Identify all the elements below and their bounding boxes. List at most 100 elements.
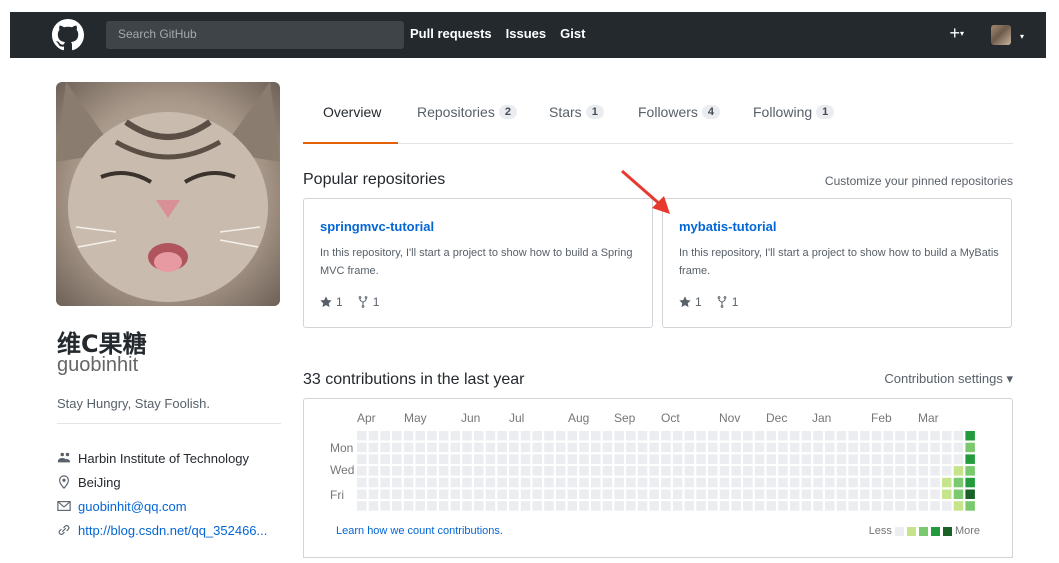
contribution-day-cell[interactable] [766,501,777,511]
contribution-day-cell[interactable] [719,454,730,464]
contribution-day-cell[interactable] [368,501,379,511]
contribution-day-cell[interactable] [672,454,683,464]
contribution-day-cell[interactable] [357,489,367,500]
contribution-day-cell[interactable] [462,477,472,488]
contribution-day-cell[interactable] [731,501,741,511]
contribution-day-cell[interactable] [485,442,496,453]
contribution-day-cell[interactable] [895,442,905,453]
contribution-day-cell[interactable] [438,466,449,476]
contribution-day-cell[interactable] [684,489,695,500]
contribution-day-cell[interactable] [626,466,636,476]
contribution-day-cell[interactable] [965,501,975,511]
contribution-day-cell[interactable] [789,501,800,511]
contribution-day-cell[interactable] [509,501,519,511]
contribution-day-cell[interactable] [871,466,882,476]
email-link[interactable]: guobinhit@qq.com [78,499,187,514]
contribution-settings-button[interactable]: Contribution settings ▾ [884,371,1013,387]
contribution-day-cell[interactable] [544,489,554,500]
contribution-day-cell[interactable] [883,489,894,500]
contribution-day-cell[interactable] [918,477,929,488]
contribution-day-cell[interactable] [427,477,437,488]
contribution-day-cell[interactable] [684,501,695,511]
contribution-day-cell[interactable] [532,442,543,453]
contribution-day-cell[interactable] [474,442,484,453]
contribution-day-cell[interactable] [591,431,601,441]
contribution-day-cell[interactable] [438,489,449,500]
contribution-day-cell[interactable] [708,466,718,476]
contribution-day-cell[interactable] [918,431,929,441]
contribution-day-cell[interactable] [860,466,870,476]
contribution-day-cell[interactable] [614,501,624,511]
contribution-day-cell[interactable] [731,489,741,500]
contribution-day-cell[interactable] [462,454,472,464]
contribution-day-cell[interactable] [778,454,788,464]
contribution-day-cell[interactable] [778,489,788,500]
contribution-day-cell[interactable] [883,466,894,476]
contribution-day-cell[interactable] [427,454,437,464]
contribution-day-cell[interactable] [602,501,613,511]
contribution-day-cell[interactable] [672,489,683,500]
contribution-day-cell[interactable] [497,477,507,488]
contribution-day-cell[interactable] [544,501,554,511]
contribution-day-cell[interactable] [942,466,952,476]
contribution-day-cell[interactable] [708,454,718,464]
contribution-day-cell[interactable] [614,454,624,464]
contribution-day-cell[interactable] [789,431,800,441]
contribution-day-cell[interactable] [450,489,461,500]
contribution-day-cell[interactable] [672,477,683,488]
contribution-day-cell[interactable] [532,454,543,464]
contribution-day-cell[interactable] [403,501,414,511]
contribution-day-cell[interactable] [953,477,964,488]
contribution-day-cell[interactable] [895,454,905,464]
contribution-day-cell[interactable] [380,501,390,511]
contribution-day-cell[interactable] [497,466,507,476]
contribution-day-cell[interactable] [743,454,753,464]
contribution-day-cell[interactable] [836,489,847,500]
contribution-day-cell[interactable] [392,489,402,500]
contribution-day-cell[interactable] [579,501,589,511]
contribution-day-cell[interactable] [567,477,578,488]
contribution-day-cell[interactable] [743,431,753,441]
contribution-day-cell[interactable] [883,454,894,464]
contribution-day-cell[interactable] [520,431,531,441]
contribution-day-cell[interactable] [801,454,812,464]
contribution-day-cell[interactable] [403,431,414,441]
search-input[interactable]: Search GitHub [106,21,404,49]
contribution-day-cell[interactable] [485,501,496,511]
contribution-day-cell[interactable] [918,501,929,511]
contribution-day-cell[interactable] [392,454,402,464]
contribution-day-cell[interactable] [942,501,952,511]
contribution-day-cell[interactable] [848,501,858,511]
contribution-day-cell[interactable] [579,466,589,476]
contribution-day-cell[interactable] [883,431,894,441]
contribution-day-cell[interactable] [438,454,449,464]
contribution-day-cell[interactable] [415,489,426,500]
contribution-day-cell[interactable] [485,489,496,500]
contribution-day-cell[interactable] [860,431,870,441]
contribution-day-cell[interactable] [848,442,858,453]
contribution-day-cell[interactable] [754,489,765,500]
contribution-day-cell[interactable] [649,431,660,441]
contribution-day-cell[interactable] [813,477,823,488]
contribution-day-cell[interactable] [392,501,402,511]
contribution-day-cell[interactable] [614,489,624,500]
contribution-day-cell[interactable] [871,431,882,441]
contribution-day-cell[interactable] [579,454,589,464]
contribution-day-cell[interactable] [661,477,671,488]
contribution-day-cell[interactable] [602,489,613,500]
contribution-day-cell[interactable] [532,489,543,500]
contribution-day-cell[interactable] [637,489,648,500]
contribution-day-cell[interactable] [661,466,671,476]
contribution-day-cell[interactable] [614,466,624,476]
contribution-day-cell[interactable] [731,466,741,476]
contribution-day-cell[interactable] [848,431,858,441]
contribution-day-cell[interactable] [848,466,858,476]
contribution-day-cell[interactable] [801,466,812,476]
contribution-day-cell[interactable] [474,431,484,441]
contribution-day-cell[interactable] [789,454,800,464]
contribution-day-cell[interactable] [708,442,718,453]
contribution-day-cell[interactable] [368,477,379,488]
contribution-day-cell[interactable] [754,454,765,464]
contribution-day-cell[interactable] [661,442,671,453]
contribution-day-cell[interactable] [579,489,589,500]
